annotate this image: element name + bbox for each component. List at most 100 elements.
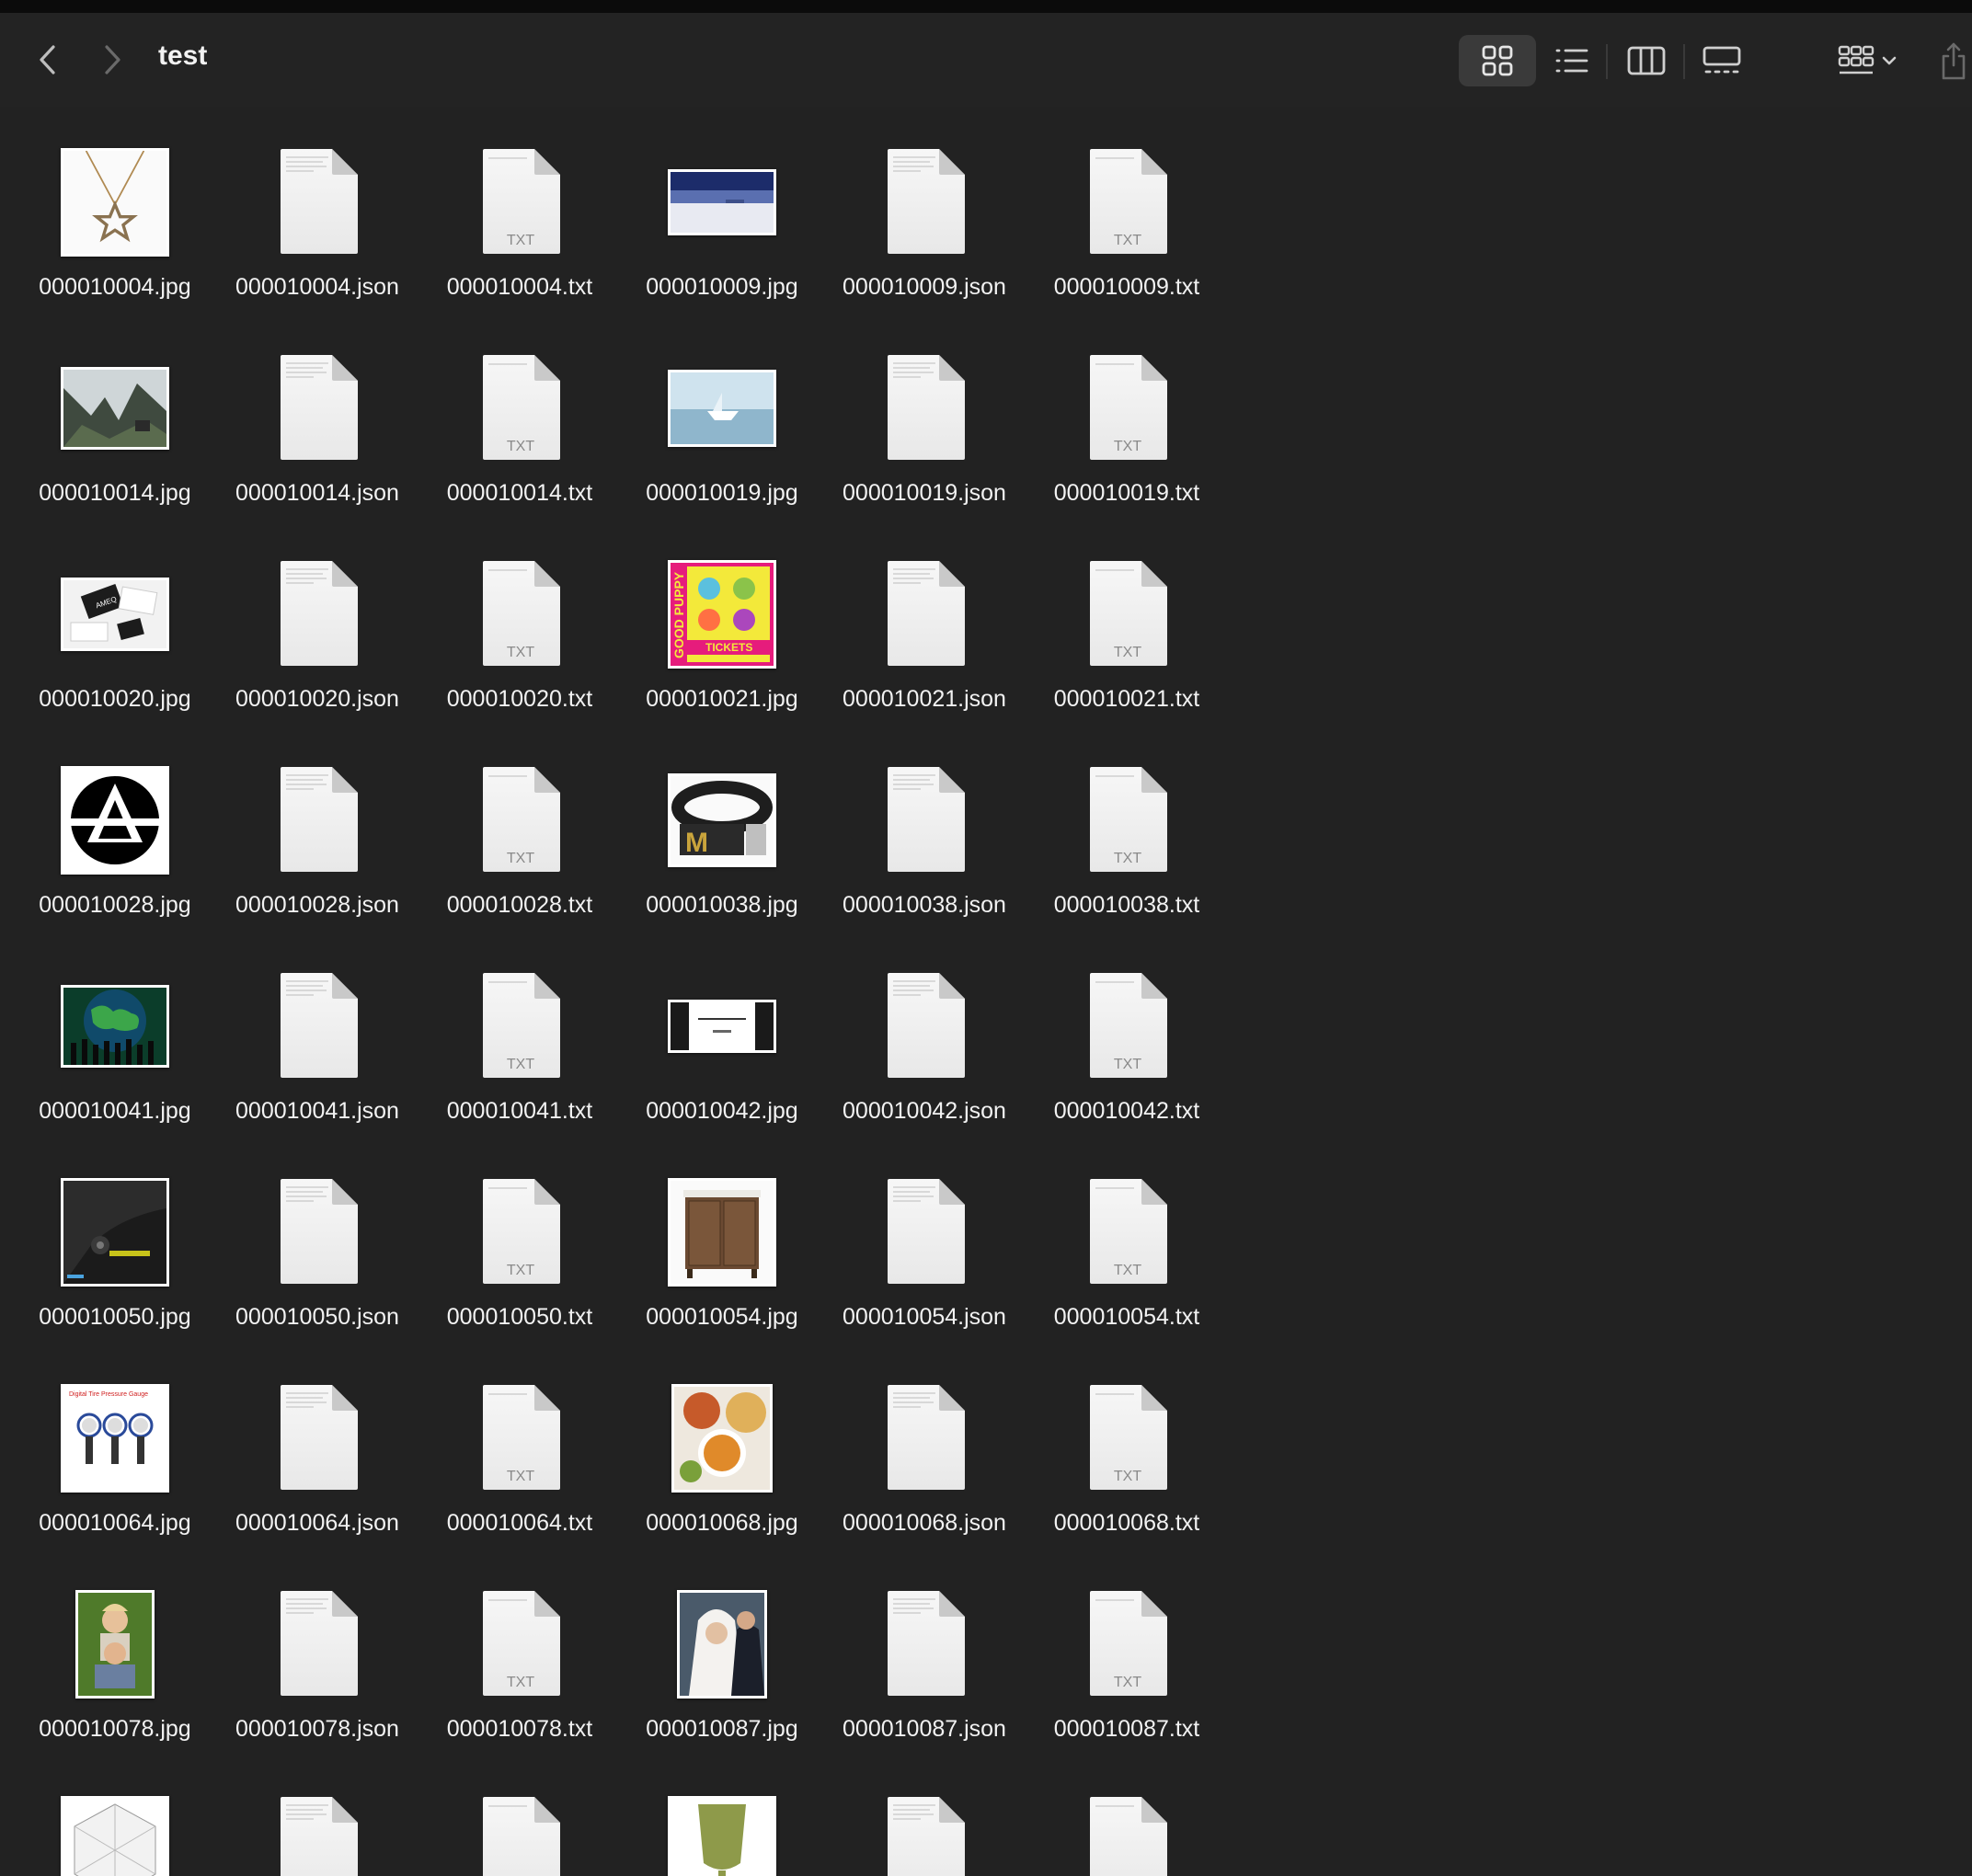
list-view-button[interactable] — [1551, 35, 1593, 86]
file-item[interactable] — [823, 1786, 1026, 1876]
svg-text:TXT: TXT — [507, 1675, 534, 1690]
svg-text:TXT: TXT — [1114, 1057, 1141, 1072]
file-item[interactable]: 000010004.json — [216, 138, 418, 322]
file-item[interactable]: TXT 000010028.txt — [418, 756, 621, 940]
file-item[interactable]: TXT 000010019.txt — [1026, 344, 1228, 528]
image-thumbnail — [621, 1786, 823, 1876]
file-item[interactable]: AMEQ 000010020.jpg — [14, 550, 216, 734]
file-item[interactable]: Digital Tire Pressure Gauge 000010064.jpg — [14, 1374, 216, 1558]
puppy-tickets-preview: GOOD PUPPY TICKETS — [668, 560, 776, 669]
file-item[interactable]: 000010020.json — [216, 550, 418, 734]
file-item[interactable]: TXT 000010042.txt — [1026, 962, 1228, 1146]
file-name: 000010042.txt — [1053, 1098, 1200, 1124]
document-icon: TXT — [479, 971, 562, 1080]
file-item[interactable]: TXT 000010078.txt — [418, 1580, 621, 1764]
file-item[interactable]: 000010041.json — [216, 962, 418, 1146]
text-file-icon: TXT — [1026, 1168, 1228, 1297]
file-item[interactable]: 000010078.json — [216, 1580, 418, 1764]
file-item[interactable]: 000010021.json — [823, 550, 1026, 734]
chevron-right-icon — [105, 45, 120, 74]
file-item[interactable] — [216, 1786, 418, 1876]
car-interior-preview — [61, 1178, 169, 1287]
image-thumbnail — [621, 138, 823, 267]
banner-preview — [668, 1000, 776, 1053]
file-item[interactable]: TXT 000010021.txt — [1026, 550, 1228, 734]
json-file-icon — [216, 138, 418, 267]
file-item[interactable]: 000010014.jpg — [14, 344, 216, 528]
file-item[interactable]: 000010078.jpg — [14, 1580, 216, 1764]
file-item[interactable]: 000010014.json — [216, 344, 418, 528]
file-item[interactable]: 000010050.jpg — [14, 1168, 216, 1352]
file-item[interactable]: 000010019.jpg — [621, 344, 823, 528]
document-icon: TXT — [1086, 1177, 1169, 1286]
svg-text:TXT: TXT — [507, 1263, 534, 1278]
document-icon — [884, 1795, 967, 1876]
file-name: 000010038.jpg — [646, 892, 798, 918]
svg-text:TXT: TXT — [1114, 645, 1141, 660]
document-icon: TXT — [479, 559, 562, 668]
file-item[interactable]: TXT 000010020.txt — [418, 550, 621, 734]
file-item[interactable]: 000010050.json — [216, 1168, 418, 1352]
file-item[interactable]: 000010068.json — [823, 1374, 1026, 1558]
icon-view-button[interactable] — [1459, 35, 1536, 86]
image-thumbnail — [14, 138, 216, 267]
file-name: 000010068.json — [843, 1510, 1006, 1536]
file-item[interactable]: 000010041.jpg — [14, 962, 216, 1146]
file-item[interactable]: TXT 000010064.txt — [418, 1374, 621, 1558]
file-item[interactable]: TXT 000010004.txt — [418, 138, 621, 322]
text-file-icon: TXT — [1026, 138, 1228, 267]
file-name: 000010004.txt — [446, 274, 593, 300]
document-icon — [277, 765, 360, 874]
file-item[interactable]: 000010054.json — [823, 1168, 1026, 1352]
share-button[interactable] — [1935, 35, 1972, 86]
file-item[interactable]: TXT 000010068.txt — [1026, 1374, 1228, 1558]
text-file-icon: TXT — [1026, 756, 1228, 885]
file-item[interactable]: GOOD PUPPY TICKETS 000010021.jpg — [621, 550, 823, 734]
file-item[interactable]: TXT 000010041.txt — [418, 962, 621, 1146]
back-button[interactable] — [31, 37, 64, 83]
gallery-view-button[interactable] — [1698, 35, 1746, 86]
json-file-icon — [216, 550, 418, 679]
file-item[interactable]: TXT 000010009.txt — [1026, 138, 1228, 322]
group-by-button[interactable] — [1830, 35, 1904, 86]
file-name: 000010014.txt — [446, 480, 593, 506]
file-name: 000010042.jpg — [646, 1098, 798, 1124]
toolbar-separator — [1683, 44, 1685, 79]
svg-text:GOOD PUPPY: GOOD PUPPY — [671, 571, 686, 658]
window-top-edge — [0, 0, 1972, 13]
file-item[interactable]: 000010009.json — [823, 138, 1026, 322]
file-item[interactable]: 000010054.jpg — [621, 1168, 823, 1352]
column-view-button[interactable] — [1622, 35, 1670, 86]
file-name: 000010064.json — [235, 1510, 399, 1536]
json-file-icon — [823, 1786, 1026, 1876]
file-item[interactable]: TXT — [418, 1786, 621, 1876]
file-item[interactable]: TXT 000010054.txt — [1026, 1168, 1228, 1352]
file-name: 000010004.jpg — [39, 274, 191, 300]
file-item[interactable] — [14, 1786, 216, 1876]
file-item[interactable]: TXT 000010014.txt — [418, 344, 621, 528]
file-item[interactable] — [621, 1786, 823, 1876]
file-item[interactable]: TXT 000010050.txt — [418, 1168, 621, 1352]
json-file-icon — [216, 1374, 418, 1503]
file-item[interactable]: TXT — [1026, 1786, 1228, 1876]
file-name: 000010054.jpg — [646, 1304, 798, 1330]
text-file-icon: TXT — [418, 1168, 621, 1297]
file-item[interactable]: 000010087.jpg — [621, 1580, 823, 1764]
document-icon: TXT — [479, 1589, 562, 1698]
file-item[interactable]: 000010042.json — [823, 962, 1026, 1146]
file-item[interactable]: 000010004.jpg — [14, 138, 216, 322]
file-name: 000010009.json — [843, 274, 1006, 300]
file-item[interactable]: 000010087.json — [823, 1580, 1026, 1764]
file-item[interactable]: TXT 000010087.txt — [1026, 1580, 1228, 1764]
file-item[interactable]: 000010038.json — [823, 756, 1026, 940]
forward-button[interactable] — [96, 37, 129, 83]
file-item[interactable]: 000010064.json — [216, 1374, 418, 1558]
file-item[interactable]: 000010068.jpg — [621, 1374, 823, 1558]
file-item[interactable]: 000010028.json — [216, 756, 418, 940]
file-item[interactable]: 000010009.jpg — [621, 138, 823, 322]
file-item[interactable]: 000010042.jpg — [621, 962, 823, 1146]
file-item[interactable]: 000010019.json — [823, 344, 1026, 528]
file-item[interactable]: M 000010038.jpg — [621, 756, 823, 940]
file-item[interactable]: 000010028.jpg — [14, 756, 216, 940]
file-item[interactable]: TXT 000010038.txt — [1026, 756, 1228, 940]
